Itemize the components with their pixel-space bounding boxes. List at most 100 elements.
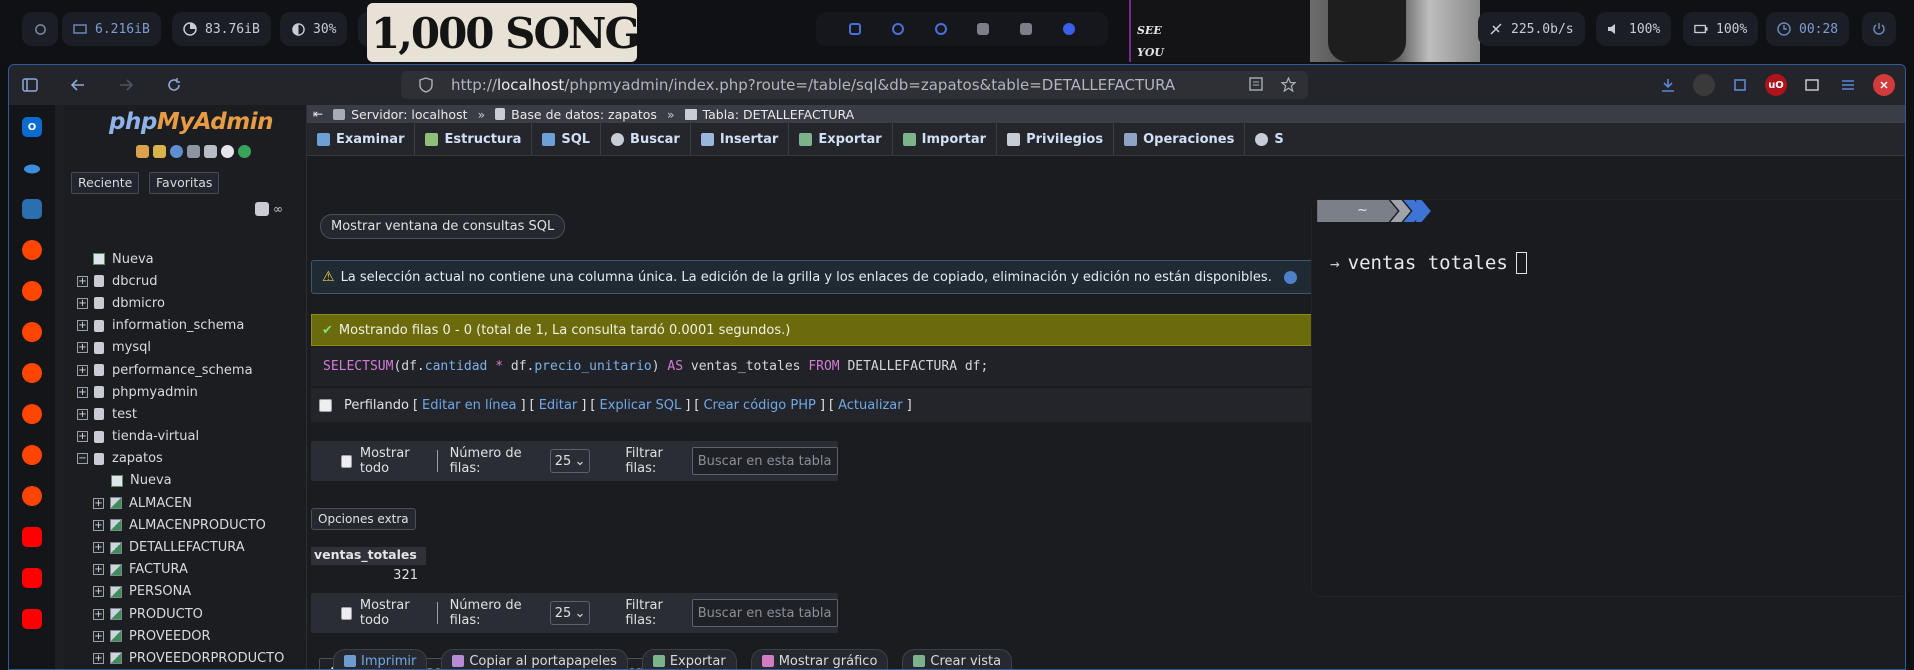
workspace-1-icon[interactable] <box>849 23 862 35</box>
tree-db-mysql[interactable]: + mysql <box>77 337 307 359</box>
refresh-link[interactable]: Actualizar <box>838 398 902 413</box>
link-icon[interactable]: ∞ <box>273 202 283 216</box>
tab-sql[interactable]: SQL <box>532 123 602 155</box>
breadcrumb-server[interactable]: Servidor: localhost <box>351 107 467 122</box>
rows-select[interactable]: 25 ⌄ <box>549 601 591 625</box>
reload-button[interactable] <box>161 72 187 98</box>
tree-db-information-schema[interactable]: + information_schema <box>77 315 307 337</box>
url-bar[interactable]: http://localhost/phpmyadmin/index.php?ro… <box>401 71 1308 99</box>
sidebar-toggle-button[interactable] <box>17 72 43 98</box>
expand-icon[interactable]: + <box>93 519 104 531</box>
copy-clipboard-button[interactable]: Copiar al portapapeles <box>441 649 628 669</box>
expand-icon[interactable]: + <box>77 364 88 376</box>
tab-insertar[interactable]: Insertar <box>691 123 790 155</box>
bookmark-star-icon[interactable] <box>1281 77 1296 92</box>
reader-mode-icon[interactable] <box>1249 77 1263 92</box>
tree-table-factura[interactable]: + FACTURA <box>77 559 307 581</box>
tab-buscar[interactable]: Buscar <box>601 123 691 155</box>
show-query-window-button[interactable]: Mostrar ventana de consultas SQL <box>320 214 566 239</box>
workspace-2-icon[interactable] <box>891 23 904 35</box>
tree-table-almacenproducto[interactable]: + ALMACENPRODUCTO <box>77 514 307 536</box>
disk-widget[interactable]: 83.76iB <box>172 12 271 46</box>
volume-widget[interactable]: 100% <box>1596 12 1672 46</box>
tree-table-persona[interactable]: + PERSONA <box>77 581 307 603</box>
close-window-icon[interactable] <box>1873 74 1895 96</box>
expand-icon[interactable]: + <box>93 608 104 620</box>
reddit-icon[interactable] <box>22 363 42 383</box>
export-button[interactable]: Exportar <box>641 649 737 669</box>
memory-widget[interactable]: 6.216iB <box>62 12 161 46</box>
pma-logo[interactable]: phpMyAdmin <box>109 109 273 135</box>
downloads-icon[interactable] <box>1657 74 1679 96</box>
recent-button[interactable]: Reciente <box>71 172 140 194</box>
tree-table-almacen[interactable]: + ALMACEN <box>77 492 307 514</box>
breadcrumb-database[interactable]: Base de datos: zapatos <box>511 107 657 122</box>
print-button[interactable]: Imprimir <box>333 649 428 669</box>
nav-toggle-arrow-icon[interactable]: ⇤ <box>313 107 323 121</box>
tab-importar[interactable]: Importar <box>893 123 998 155</box>
extra-options-button[interactable]: Opciones extra <box>311 508 416 530</box>
terminal-prompt[interactable]: → ventas totales <box>1330 252 1527 274</box>
expand-icon[interactable]: + <box>77 320 88 332</box>
workspace-3-icon[interactable] <box>934 23 947 35</box>
reload-nav-icon[interactable] <box>238 145 251 158</box>
expand-icon[interactable]: + <box>93 564 104 576</box>
tree-table-detallefactura[interactable]: + DETALLEFACTURA <box>77 536 307 558</box>
forward-button[interactable] <box>113 72 139 98</box>
edit-link[interactable]: Editar <box>539 398 578 413</box>
expand-icon[interactable]: + <box>77 408 88 420</box>
tree-db-dbmicro[interactable]: + dbmicro <box>77 292 307 314</box>
show-all-checkbox[interactable] <box>341 606 352 620</box>
tree-table-proveedorproducto[interactable]: + PROVEEDORPRODUCTO <box>77 647 307 669</box>
expand-icon[interactable]: + <box>77 342 88 354</box>
expand-icon[interactable]: + <box>93 497 104 509</box>
show-chart-button[interactable]: Mostrar gráfico <box>750 649 889 669</box>
logout-icon[interactable] <box>153 145 166 158</box>
breadcrumb-table[interactable]: Tabla: DETALLEFACTURA <box>703 107 855 122</box>
gear-icon[interactable] <box>221 145 234 158</box>
rows-select[interactable]: 25 ⌄ <box>549 449 591 473</box>
filter-input[interactable]: Buscar en esta tabla <box>691 599 839 627</box>
ublock-icon[interactable]: uO <box>1765 74 1787 96</box>
create-view-button[interactable]: Crear vista <box>902 649 1013 669</box>
workspace-6-icon[interactable] <box>1062 23 1075 35</box>
screenshot-icon[interactable] <box>1801 74 1823 96</box>
help-icon[interactable] <box>1283 270 1297 284</box>
expand-icon[interactable]: + <box>93 542 104 554</box>
copy-icon[interactable] <box>204 145 217 158</box>
power-button[interactable] <box>1862 12 1896 46</box>
cpu-widget[interactable]: 30% <box>280 12 348 46</box>
tree-db-performance-schema[interactable]: + performance_schema <box>77 359 307 381</box>
show-all-checkbox[interactable] <box>341 454 352 468</box>
tab-estructura[interactable]: Estructura <box>415 123 533 155</box>
tree-db-tienda-virtual[interactable]: + tienda-virtual <box>77 426 307 448</box>
tree-db-zapatos[interactable]: − zapatos <box>77 448 307 470</box>
bowl-extension-icon[interactable] <box>1693 74 1715 96</box>
onedrive-icon[interactable] <box>22 158 42 178</box>
profiling-checkbox[interactable] <box>319 398 332 412</box>
reddit-icon[interactable] <box>22 281 42 301</box>
reddit-icon[interactable] <box>22 486 42 506</box>
tab-more[interactable]: S <box>1245 123 1293 155</box>
collapse-all-icon[interactable] <box>255 202 269 216</box>
collapse-icon[interactable]: − <box>77 453 88 465</box>
reddit-icon[interactable] <box>22 445 42 465</box>
filter-input[interactable]: Buscar en esta tabla <box>691 447 839 475</box>
tree-db-dbcrud[interactable]: + dbcrud <box>77 270 307 292</box>
column-header[interactable]: ventas_totales <box>311 547 426 565</box>
tab-privilegios[interactable]: Privilegios <box>997 123 1115 155</box>
tree-new-database[interactable]: Nueva <box>77 248 307 270</box>
menu-icon[interactable] <box>1837 74 1859 96</box>
create-php-code-link[interactable]: Crear código PHP <box>703 398 815 413</box>
youtube-icon[interactable] <box>22 527 42 547</box>
puzzle-icon[interactable] <box>1729 74 1751 96</box>
outlook-icon[interactable]: O <box>22 117 42 137</box>
power-menu-button[interactable] <box>22 12 58 46</box>
clock-widget[interactable]: 00:28 <box>1766 12 1850 46</box>
workspace-indicators[interactable] <box>816 12 1108 46</box>
dashboard-icon[interactable] <box>22 199 42 219</box>
terminal-input[interactable]: ventas totales <box>1348 252 1508 274</box>
back-button[interactable] <box>65 72 91 98</box>
tab-exportar[interactable]: Exportar <box>789 123 893 155</box>
expand-icon[interactable]: + <box>77 275 88 287</box>
